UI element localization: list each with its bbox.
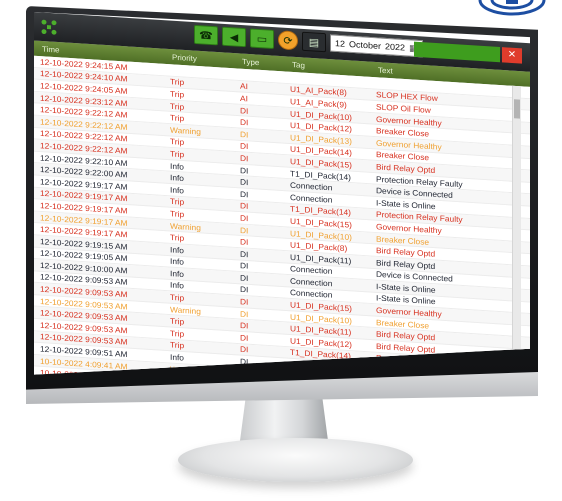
alarm-table: 12-10-2022 9:24:15 AM 12-10-2022 9:24:10 … bbox=[34, 55, 530, 375]
phone-icon[interactable]: ☎ bbox=[194, 24, 218, 46]
cell-text bbox=[370, 82, 480, 89]
date-month: October bbox=[349, 39, 382, 51]
hub-icon bbox=[478, 0, 546, 16]
drone-icon bbox=[41, 19, 57, 35]
cell-priority bbox=[164, 69, 234, 73]
speaker-mute-icon[interactable]: ◀ bbox=[222, 26, 246, 48]
printer-icon[interactable]: ▭ bbox=[250, 28, 274, 49]
export-icon[interactable]: ▤ bbox=[302, 31, 326, 53]
column-header-type[interactable]: Type bbox=[234, 56, 284, 68]
status-strip bbox=[414, 41, 500, 63]
cell-type bbox=[234, 74, 284, 77]
alarm-log-app: ☎ ◀ ▭ ⟳ ▤ 12 October 2022 ▦ ✕ Time Prior… bbox=[34, 12, 530, 375]
scrollbar-thumb[interactable] bbox=[514, 99, 520, 119]
scrollbar[interactable] bbox=[512, 85, 521, 362]
close-button[interactable]: ✕ bbox=[502, 47, 522, 64]
date-picker[interactable]: 12 October 2022 ▦ bbox=[330, 34, 423, 58]
monitor-base bbox=[178, 438, 413, 482]
reset-icon[interactable]: ⟳ bbox=[278, 30, 298, 51]
column-header-priority[interactable]: Priority bbox=[164, 52, 234, 65]
screen: ☎ ◀ ▭ ⟳ ▤ 12 October 2022 ▦ ✕ Time Prior… bbox=[34, 12, 530, 375]
date-year: 2022 bbox=[385, 41, 406, 53]
cell-tag bbox=[284, 77, 370, 82]
date-day: 12 bbox=[335, 38, 346, 49]
